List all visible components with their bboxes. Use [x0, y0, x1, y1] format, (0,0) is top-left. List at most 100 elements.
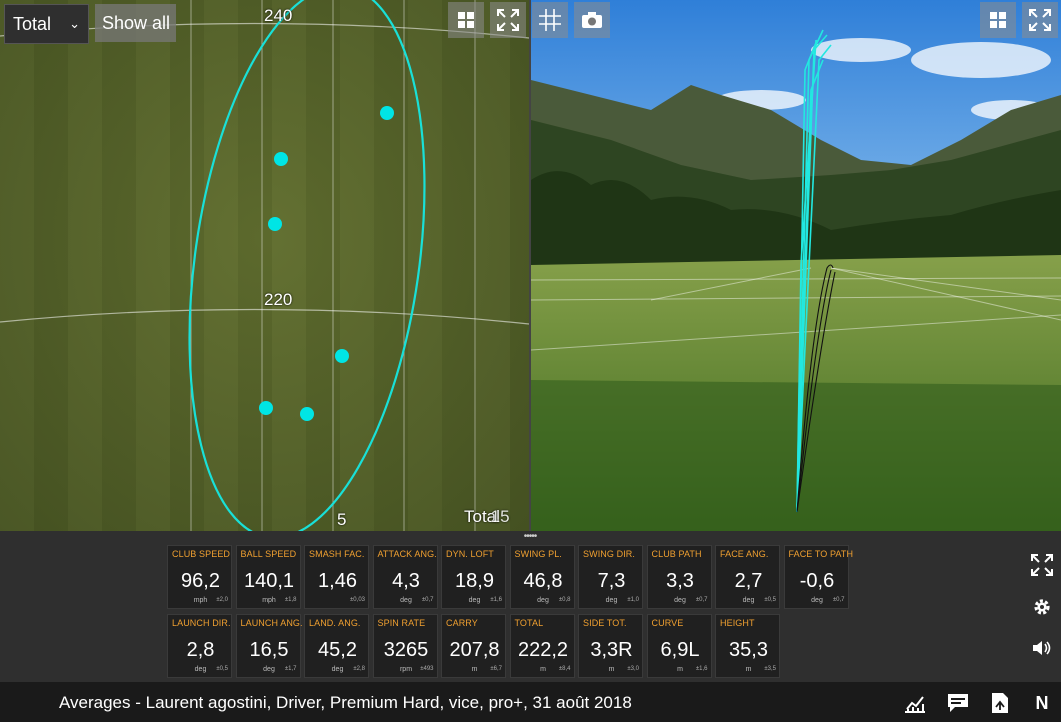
export-button[interactable]: [988, 691, 1012, 715]
app-window: 240 220 5 Total 15 m Total ⌄ Show all: [0, 0, 1061, 722]
chevron-down-icon: ⌄: [69, 16, 80, 31]
metric-deviation: ±2,0: [216, 597, 228, 603]
metric-label: CARRY: [446, 618, 478, 628]
metric-tile[interactable]: SWING DIR. 7,3 deg ±1,0: [578, 545, 643, 609]
metric-deviation: ±6,7: [490, 666, 502, 672]
metric-tile[interactable]: CLUB PATH 3,3 deg ±0,7: [646, 545, 712, 609]
dispersion-ellipse: [188, 0, 426, 531]
show-all-button[interactable]: Show all: [95, 4, 176, 42]
camera-button[interactable]: [574, 2, 610, 38]
trajectory-view[interactable]: [531, 0, 1061, 531]
metric-deviation: ±0,5: [764, 597, 776, 603]
fullscreen-icon: [1029, 9, 1051, 31]
dispersion-view[interactable]: 240 220 5 Total 15 m Total ⌄ Show all: [0, 0, 529, 531]
metric-label: CURVE: [651, 618, 684, 628]
metric-label: HEIGHT: [720, 618, 755, 628]
metric-tile[interactable]: FACE ANG. 2,7 deg ±0,5: [715, 545, 780, 609]
landing-point: [300, 407, 314, 421]
metric-deviation: ±0,5: [216, 666, 228, 672]
metric-value: 2,8: [186, 639, 215, 661]
trajectory-scene: [531, 0, 1061, 531]
n-button[interactable]: N: [1030, 691, 1054, 715]
metric-value: 18,9: [455, 570, 494, 592]
metric-value: -0,6: [799, 570, 835, 592]
metric-value: 45,2: [318, 639, 357, 661]
metric-tile[interactable]: CLUB SPEED 96,2 mph ±2,0: [167, 545, 232, 609]
metric-deviation: ±1,0: [627, 597, 639, 603]
speaker-icon: [1033, 641, 1051, 655]
metric-value: 1,46: [318, 570, 357, 592]
metric-tile[interactable]: HEIGHT 35,3 m ±3,5: [715, 614, 780, 678]
distance-unit-label: Total 15 m: [464, 507, 529, 531]
metric-label: TOTAL: [514, 618, 544, 628]
metric-label: LAUNCH DIR.: [172, 618, 231, 628]
metric-deviation: ±8,4: [558, 666, 571, 672]
metric-tile[interactable]: LAND. ANG. 45,2 deg ±2,8: [304, 614, 369, 678]
unit-overlap-number: 15: [490, 507, 510, 526]
distance-label-220: 220: [264, 290, 293, 309]
metric-tile[interactable]: CARRY 207,8 m ±6,7: [441, 614, 506, 678]
metric-deviation: ±1,6: [490, 597, 502, 603]
metric-tile[interactable]: LAUNCH ANG. 16,5 deg ±1,7: [235, 614, 303, 678]
landing-point: [268, 217, 282, 231]
view-select-value: Total: [13, 14, 52, 34]
chart-button[interactable]: [903, 691, 927, 715]
fullscreen-icon: [497, 9, 519, 31]
metric-deviation: ±1,6: [695, 666, 708, 672]
grid-layout-icon: [990, 12, 1006, 28]
layout-grid-button[interactable]: [448, 2, 484, 38]
view-select[interactable]: Total ⌄: [4, 4, 89, 44]
metric-value: 46,8: [523, 570, 563, 592]
metric-tile[interactable]: CURVE 6,9L m ±1,6: [646, 614, 712, 678]
dispersion-plot: [0, 0, 529, 531]
metric-deviation: ±0,03: [350, 597, 365, 603]
metric-label: SWING DIR.: [583, 549, 635, 559]
metric-deviation: ±493: [420, 666, 434, 672]
metric-deviation: ±2,8: [353, 666, 365, 672]
settings-button[interactable]: [1028, 593, 1056, 621]
landing-point: [259, 401, 273, 415]
metric-value: 4,3: [392, 570, 420, 592]
metric-label: BALL SPEED: [240, 549, 297, 559]
camera-icon: [582, 12, 602, 28]
metric-tile[interactable]: SWING PL. 46,8 deg ±0,8: [509, 545, 575, 609]
rough: [531, 380, 1061, 531]
metric-value: 3,3: [666, 570, 694, 592]
metric-tile[interactable]: SIDE TOT. 3,3R m ±3,0: [578, 614, 643, 678]
fullscreen-button[interactable]: [490, 2, 526, 38]
metric-deviation: ±0,8: [558, 597, 571, 603]
metric-tile[interactable]: BALL SPEED 140,1 mph ±1,8: [235, 545, 301, 609]
metric-value: 140,1: [243, 570, 295, 592]
sound-button[interactable]: [1028, 634, 1056, 662]
metric-value: 3265: [383, 639, 429, 661]
comment-button[interactable]: [946, 691, 970, 715]
metric-label: SIDE TOT.: [583, 618, 627, 628]
metric-label: SWING PL.: [514, 549, 562, 559]
metric-deviation: ±1,8: [284, 597, 297, 603]
landing-point: [335, 349, 349, 363]
metric-tile[interactable]: DYN. LOFT 18,9 deg ±1,6: [441, 545, 506, 609]
fullscreen-button-right[interactable]: [1022, 2, 1058, 38]
metric-label: ATTACK ANG.: [377, 549, 437, 559]
metric-value: 2,7: [734, 570, 763, 592]
metric-tile[interactable]: FACE TO PATH -0,6 deg ±0,7: [783, 545, 853, 609]
fullscreen-icon: [1031, 554, 1053, 576]
panel-fullscreen-button[interactable]: [1028, 551, 1056, 579]
layout-grid-button-right[interactable]: [980, 2, 1016, 38]
metric-label: LAUNCH ANG.: [240, 618, 303, 628]
comment-icon: [948, 694, 968, 712]
grid-layout-icon: [458, 12, 474, 28]
metric-deviation: ±0,7: [695, 597, 708, 603]
resize-handle[interactable]: •••••: [519, 532, 541, 542]
metric-tile[interactable]: ATTACK ANG. 4,3 deg ±0,7: [372, 545, 438, 609]
grid-lines-icon: [539, 9, 561, 31]
metric-tile[interactable]: SPIN RATE 3265 rpm ±493: [372, 614, 438, 678]
metric-label: SPIN RATE: [377, 618, 426, 628]
distance-label-240: 240: [264, 6, 293, 25]
metric-tile[interactable]: TOTAL 222,2 m ±8,4: [509, 614, 575, 678]
gear-icon: [1034, 599, 1050, 615]
grid-toggle-button[interactable]: [532, 2, 568, 38]
metric-tile[interactable]: SMASH FAC. 1,46 ±0,03: [304, 545, 369, 609]
metric-tile[interactable]: LAUNCH DIR. 2,8 deg ±0,5: [167, 614, 232, 678]
metric-value: 16,5: [249, 639, 289, 661]
